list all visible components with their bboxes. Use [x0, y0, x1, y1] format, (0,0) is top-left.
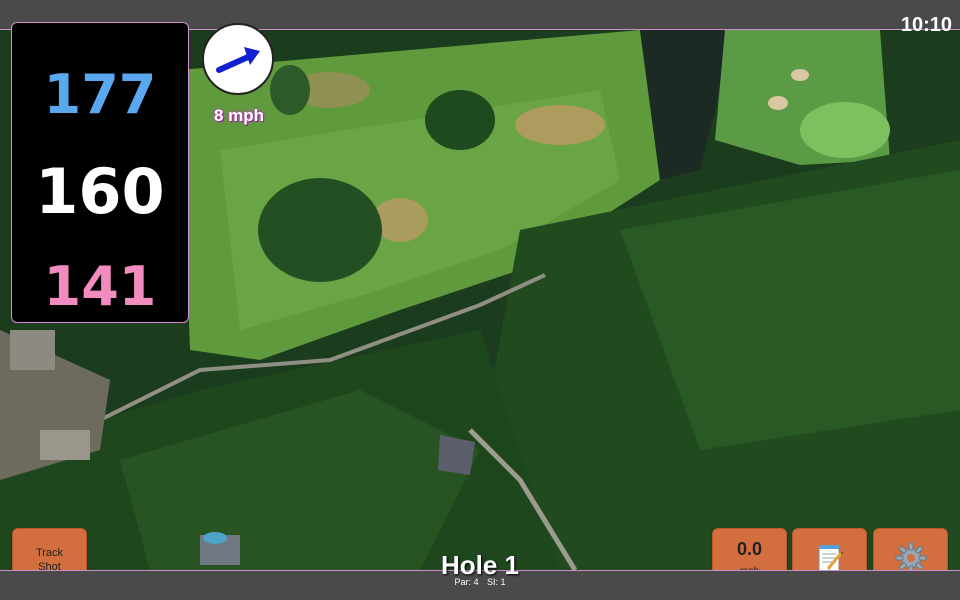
middle-distance: 160 [35, 155, 165, 228]
front-distance: 141 [43, 255, 157, 318]
gear-icon [895, 542, 926, 573]
clock: 10:10 [900, 14, 952, 36]
notepad-icon [818, 544, 843, 571]
wind-arrow-icon [216, 47, 260, 73]
track-shot-label-line1: Track [35, 547, 64, 559]
hole-info: Par: 4 SI: 1 [380, 577, 580, 587]
hole-par: Par: 4 [454, 577, 479, 587]
back-distance: 177 [43, 63, 157, 126]
speed-value: 0.0 [736, 539, 763, 559]
wind-speed-label: 8 mph [213, 106, 265, 125]
distance-panel: 177 160 141 [11, 22, 189, 323]
hole-stroke-index: SI: 1 [487, 577, 506, 587]
wind-indicator [202, 23, 274, 95]
